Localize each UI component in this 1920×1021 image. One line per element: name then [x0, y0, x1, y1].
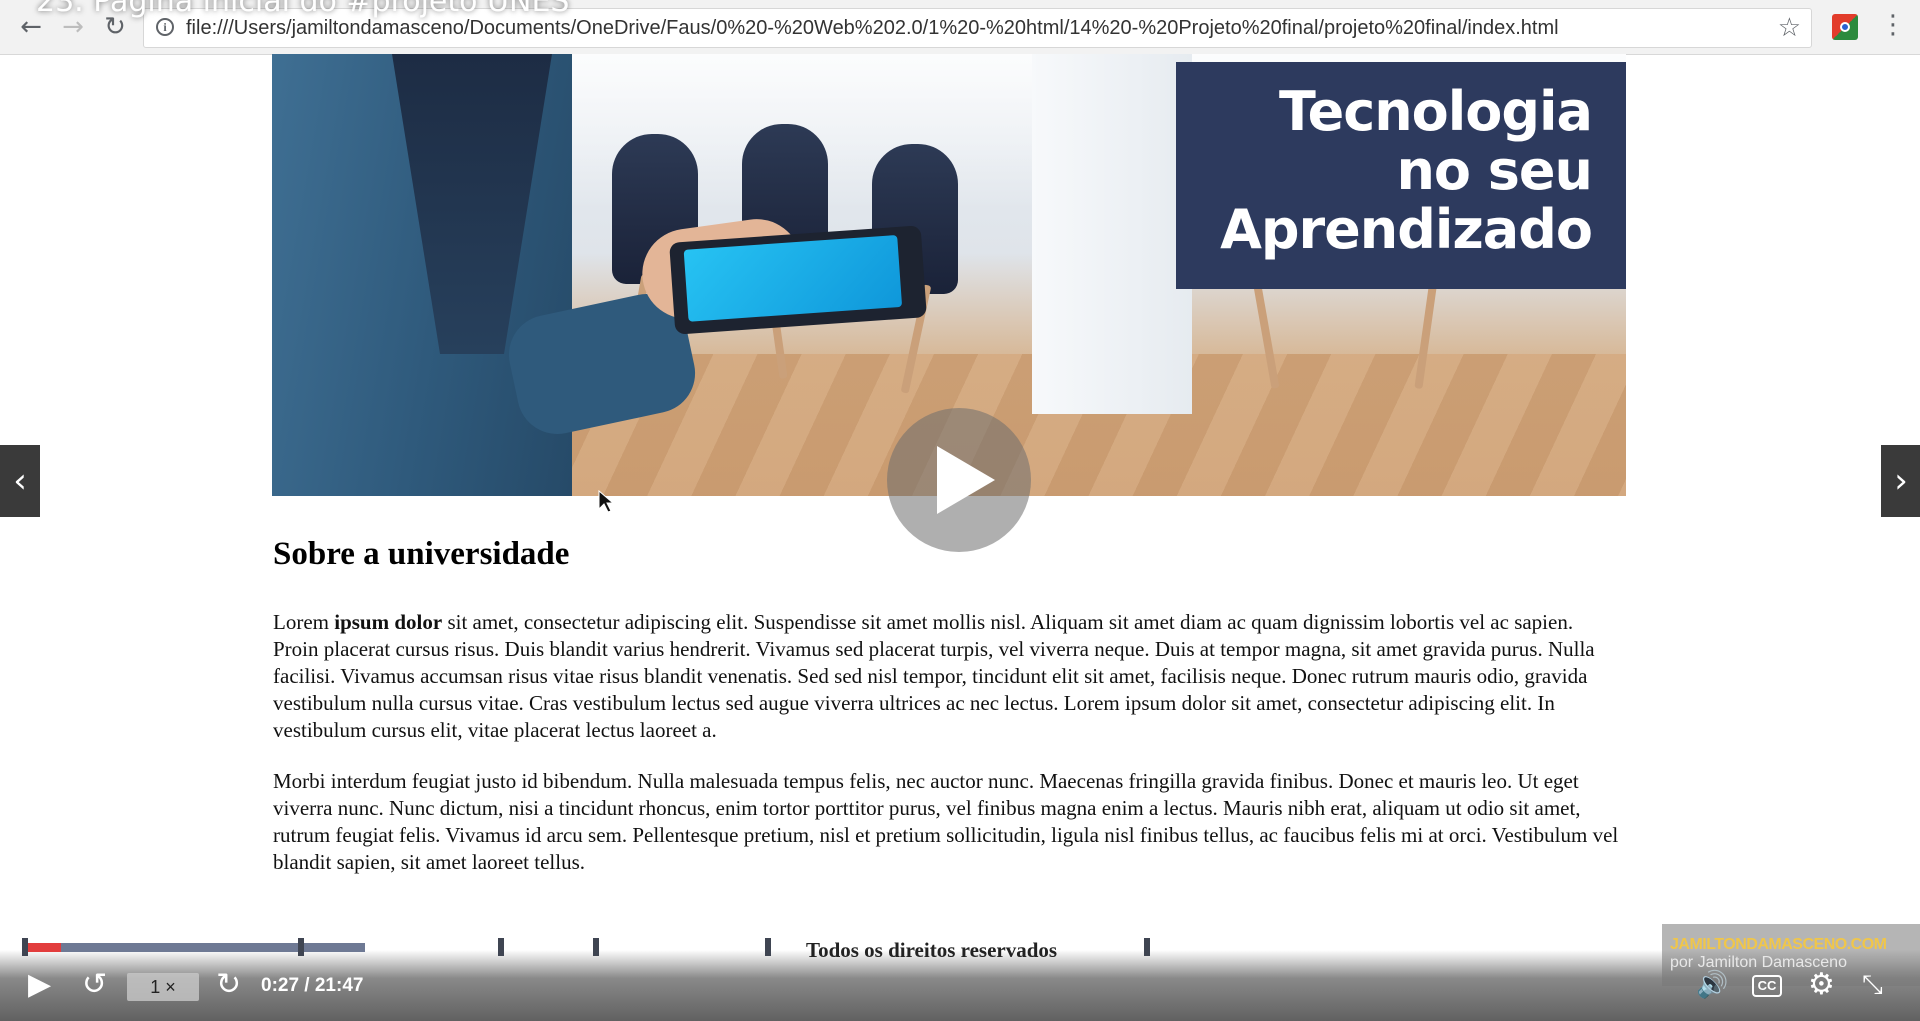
chapter-marker — [593, 938, 599, 956]
person-shape — [272, 54, 572, 496]
extension-icon[interactable] — [1832, 14, 1858, 40]
chapter-marker — [498, 938, 504, 956]
volume-icon[interactable]: 🔊 — [1696, 968, 1728, 1002]
forward-icon[interactable]: ↻ — [216, 968, 241, 1002]
tablet-shape — [669, 225, 927, 335]
paragraph-1: Lorem ipsum dolor sit amet, consectetur … — [273, 609, 1623, 744]
big-play-icon[interactable] — [887, 408, 1031, 552]
video-title: 23. Página inicial do #projeto UNES — [36, 0, 570, 19]
menu-kebab-icon[interactable]: ⋮ — [1880, 10, 1906, 40]
paragraph-1-bold: ipsum dolor — [334, 610, 443, 634]
chevron-left-icon[interactable]: ‹ — [0, 445, 40, 517]
chapter-marker — [765, 938, 771, 956]
chapter-marker — [1144, 938, 1150, 956]
chevron-right-icon[interactable]: › — [1881, 445, 1920, 517]
speed-button[interactable]: 1 × — [127, 973, 199, 1001]
captions-icon[interactable]: CC — [1752, 975, 1782, 997]
chapter-marker — [298, 938, 304, 956]
chapter-marker — [22, 938, 28, 956]
replay-icon[interactable]: ↺ — [82, 968, 107, 1002]
banner-window — [1032, 54, 1192, 414]
banner-line-1: Tecnologia — [1278, 80, 1593, 143]
time-display: 0:27 / 21:47 — [261, 975, 364, 996]
play-icon[interactable]: ▶ — [28, 968, 51, 1002]
banner-line-2: no seu — [1396, 139, 1593, 202]
progress-track[interactable] — [22, 943, 365, 952]
banner-line-3: Aprendizado — [1220, 198, 1593, 261]
bookmark-star-icon[interactable]: ☆ — [1778, 13, 1801, 43]
info-icon[interactable]: i — [156, 18, 174, 36]
settings-icon[interactable]: ⚙ — [1808, 968, 1835, 1002]
url-text[interactable]: file:///Users/jamiltondamasceno/Document… — [186, 17, 1756, 40]
paragraph-2: Morbi interdum feugiat justo id bibendum… — [273, 769, 1619, 874]
paragraph-1-rest: sit amet, consectetur adipiscing elit. S… — [273, 610, 1595, 742]
section-title: Sobre a universidade — [273, 536, 570, 572]
paragraph-1-lead: Lorem — [273, 610, 335, 634]
person-collar — [392, 54, 552, 354]
exit-fullscreen-icon[interactable]: ⤡ — [1862, 968, 1883, 1002]
mouse-cursor-icon — [598, 490, 614, 513]
banner-headline: Tecnologia no seu Aprendizado — [1176, 62, 1626, 289]
tablet-screen — [683, 234, 903, 322]
watermark-line-1: JAMILTONDAMASCENO.COM — [1670, 936, 1887, 953]
